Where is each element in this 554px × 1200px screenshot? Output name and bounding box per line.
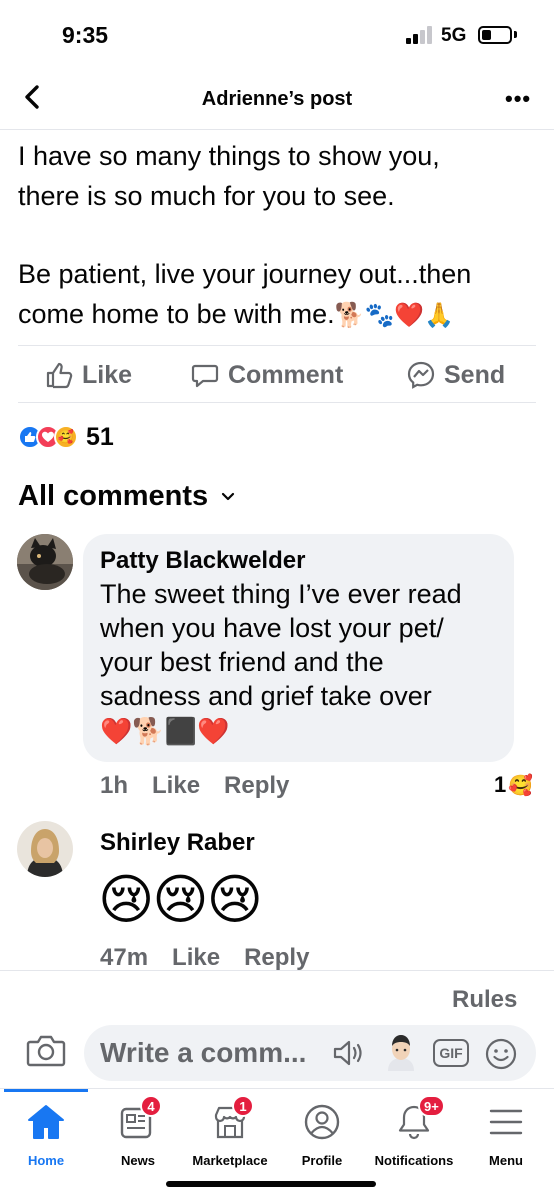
tab-news[interactable]: 4 News <box>92 1095 184 1168</box>
status-bar: 9:35 5G <box>0 0 554 70</box>
comment-meta: 47m Like Reply <box>100 944 333 972</box>
reaction-summary[interactable]: 🥰 51 <box>18 422 114 452</box>
comment-reaction-number: 1 <box>494 772 507 797</box>
news-badge: 4 <box>140 1095 162 1117</box>
like-button[interactable]: Like <box>44 358 132 392</box>
comment-meta: 1h Like Reply <box>100 772 313 800</box>
tab-marketplace[interactable]: 1 Marketplace <box>184 1095 276 1168</box>
tab-label: News <box>121 1153 155 1168</box>
like-label: Like <box>82 360 133 389</box>
speaker-icon[interactable] <box>330 1037 368 1069</box>
home-icon <box>28 1105 64 1139</box>
post-line: Be patient, live your journey out...then <box>18 259 472 289</box>
comment-author[interactable]: Shirley Raber <box>100 829 255 857</box>
gif-icon[interactable]: GIF <box>433 1039 469 1067</box>
send-button[interactable]: Send <box>406 358 505 392</box>
comment-like-button[interactable]: Like <box>152 772 200 800</box>
tab-home[interactable]: Home <box>0 1101 92 1168</box>
comment-like-button[interactable]: Like <box>172 944 220 972</box>
network-label: 5G <box>441 25 467 46</box>
camera-icon[interactable] <box>26 1033 66 1069</box>
tab-label: Profile <box>301 1153 343 1168</box>
tab-label: Menu <box>489 1153 523 1168</box>
comment-line: The sweet thing I’ve ever read <box>100 579 462 609</box>
reaction-count: 51 <box>86 422 114 451</box>
comment-emoji: 😢😢😢 <box>98 870 263 930</box>
post-emoji: 🐕🐾❤️🙏 <box>334 302 455 329</box>
comment-line: when you have lost your pet/ <box>100 613 444 643</box>
comments-filter[interactable]: All comments <box>18 480 236 513</box>
notifications-badge: 9+ <box>418 1095 445 1117</box>
avatar[interactable] <box>17 534 73 590</box>
page-title: Adrienne’s post <box>201 88 353 110</box>
messenger-icon <box>407 361 435 389</box>
cut-off-text: ........ <box>18 126 238 132</box>
post-line: I have so many things to show you, <box>18 141 440 171</box>
rules-link[interactable]: Rules <box>452 986 517 1014</box>
post-action-bar: Like Comment Send <box>18 345 536 403</box>
care-icon: 🥰 <box>54 425 78 449</box>
comment-input-placeholder: Write a comm... <box>100 1037 307 1068</box>
comment-reaction-count[interactable]: 1 🥰 <box>494 772 533 798</box>
comment-reply-button[interactable]: Reply <box>224 772 289 800</box>
signal-icon <box>406 26 434 44</box>
comment-label: Comment <box>228 360 344 389</box>
comments-filter-label: All comments <box>18 480 209 512</box>
comment-icon <box>191 364 219 388</box>
status-time: 9:35 <box>62 22 109 48</box>
home-indicator[interactable] <box>166 1181 376 1187</box>
comment-time[interactable]: 1h <box>100 772 128 800</box>
comment-text: The sweet thing I’ve ever read when you … <box>100 577 462 749</box>
send-label: Send <box>444 360 506 389</box>
hamburger-menu-icon <box>489 1109 523 1135</box>
comment-emoji: ❤️🐕‍⬛❤️ <box>100 716 230 746</box>
emoji-icon[interactable] <box>484 1037 518 1071</box>
comment-input[interactable]: Write a comm... GIF <box>84 1025 536 1081</box>
active-tab-indicator <box>4 1089 88 1092</box>
tab-label: Home <box>27 1153 65 1168</box>
post-header: Adrienne’s post ••• <box>0 70 554 130</box>
avatar-sticker-icon[interactable] <box>384 1033 418 1071</box>
thumbs-up-icon <box>46 362 73 389</box>
comment-line: your best friend and the <box>100 647 384 677</box>
comment-line: sadness and grief take over <box>100 681 432 711</box>
avatar[interactable] <box>17 821 73 877</box>
post-body: I have so many things to show you, there… <box>18 136 538 334</box>
more-options-icon[interactable]: ••• <box>505 86 535 111</box>
tab-notifications[interactable]: 9+ Notifications <box>368 1095 460 1168</box>
battery-tip <box>514 31 517 38</box>
care-icon: 🥰 <box>508 774 534 797</box>
profile-icon <box>304 1104 340 1140</box>
post-line-text: come home to be with me. <box>18 299 335 329</box>
comment-author[interactable]: Patty Blackwelder <box>100 547 305 575</box>
post-line: come home to be with me.🐕🐾❤️🙏 <box>18 294 538 334</box>
tab-profile[interactable]: Profile <box>276 1101 368 1168</box>
tab-label: Notifications <box>374 1153 454 1168</box>
comment-button[interactable]: Comment <box>190 358 343 392</box>
battery-icon <box>478 26 512 44</box>
gif-label: GIF <box>439 1045 463 1061</box>
comment-time[interactable]: 47m <box>100 944 148 972</box>
tab-menu[interactable]: Menu <box>460 1101 552 1168</box>
comment-reply-button[interactable]: Reply <box>244 944 309 972</box>
chevron-down-icon <box>222 492 235 500</box>
tab-label: Marketplace <box>192 1153 268 1168</box>
post-line: there is so much for you to see. <box>18 181 395 211</box>
comment-composer-area: Rules Write a comm... GIF <box>0 970 554 1090</box>
marketplace-badge: 1 <box>232 1095 254 1117</box>
